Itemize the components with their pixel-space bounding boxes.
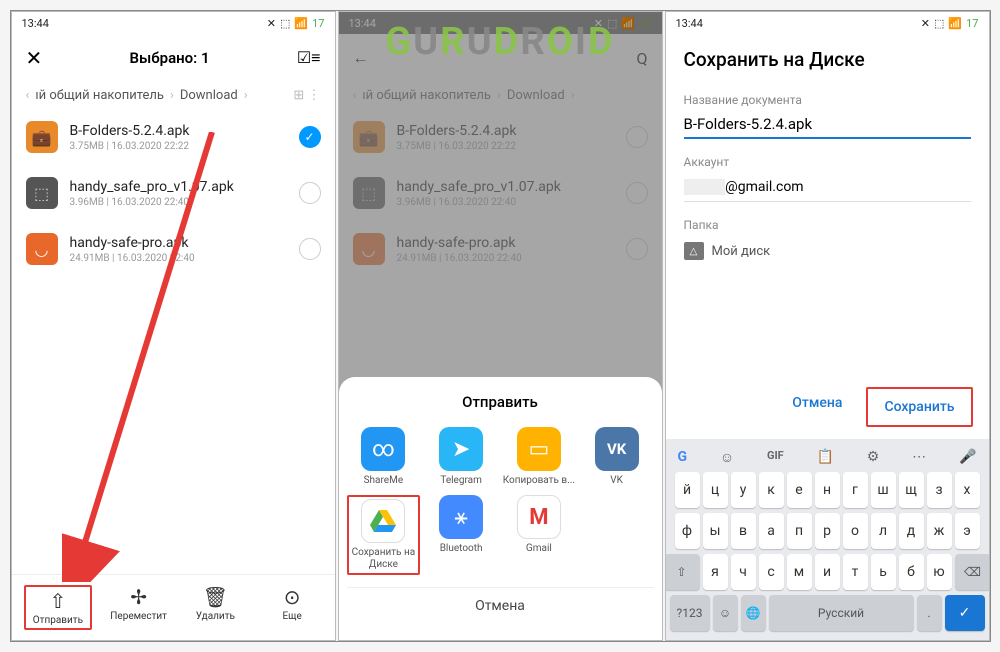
key-н[interactable]: н (815, 472, 840, 508)
key-в[interactable]: в (731, 513, 756, 549)
key-ц[interactable]: ц (703, 472, 728, 508)
file-row[interactable]: ⬚ handy_safe_pro_v1.07.apk3.96MB | 16.03… (12, 165, 335, 221)
app-telegram[interactable]: ➤Telegram (424, 427, 498, 487)
sticker-icon[interactable]: ☺ (720, 449, 734, 466)
key-л[interactable]: л (871, 513, 896, 549)
dialog-buttons: Отмена Сохранить (666, 375, 989, 439)
app-google-drive[interactable]: Сохранить на Диске (351, 499, 417, 571)
key-д[interactable]: д (899, 513, 924, 549)
key-е[interactable]: е (787, 472, 812, 508)
app-vk[interactable]: VKVK (580, 427, 654, 487)
screen-2-share-sheet: 13:44 ✕⬚📶17 ← Q ‹ıй общий накопитель›Dow… (338, 11, 663, 641)
doc-name-field[interactable]: Название документа B-Folders-5.2.4.apk (666, 85, 989, 147)
apk-icon: ⬚ (26, 177, 58, 209)
save-button[interactable]: Сохранить (870, 391, 968, 423)
signal-icon: 📶 (294, 17, 308, 30)
period-key[interactable]: . (917, 595, 942, 631)
cancel-button[interactable]: Отмена (778, 387, 856, 427)
cancel-button[interactable]: Отмена (347, 587, 654, 624)
key-к[interactable]: к (759, 472, 784, 508)
key-ж[interactable]: ж (927, 513, 952, 549)
send-button[interactable]: ⇧Отправить (28, 589, 88, 626)
drive-icon: △ (684, 242, 704, 260)
key-ы[interactable]: ы (703, 513, 728, 549)
breadcrumb[interactable]: ‹ ıй общий накопитель› Download› ⊞ ⋮ (12, 82, 335, 109)
key-х[interactable]: х (955, 472, 980, 508)
enter-key[interactable]: ✓ (945, 595, 985, 631)
key-й[interactable]: й (675, 472, 700, 508)
app-bluetooth[interactable]: ⚹Bluetooth (424, 495, 498, 575)
clipboard-icon[interactable]: 📋 (817, 449, 834, 466)
key-р[interactable]: р (815, 513, 840, 549)
key-ь[interactable]: ь (871, 554, 896, 590)
status-bar: 13:44 ✕⬚📶17 (12, 12, 335, 34)
space-key[interactable]: Русский (769, 595, 914, 631)
key-ш[interactable]: ш (871, 472, 896, 508)
checkbox[interactable] (299, 182, 321, 204)
checkbox-checked[interactable]: ✓ (299, 126, 321, 148)
key-п[interactable]: п (787, 513, 812, 549)
google-icon[interactable]: G (678, 449, 688, 466)
key-б[interactable]: б (899, 554, 924, 590)
move-button[interactable]: ✢Переместит (109, 585, 169, 630)
lang-key[interactable]: 🌐 (741, 595, 766, 631)
apk-icon: ◡ (26, 233, 58, 265)
settings-icon[interactable]: ⚙ (867, 449, 880, 466)
key-а[interactable]: а (759, 513, 784, 549)
shift-key[interactable]: ⇧ (665, 554, 700, 590)
select-all-icon[interactable]: ☑≡ (297, 48, 321, 68)
key-ю[interactable]: ю (927, 554, 952, 590)
more-button[interactable]: ⊙Еще (262, 585, 322, 630)
bottom-action-bar: ⇧Отправить ✢Переместит 🗑Удалить ⊙Еще (12, 574, 335, 640)
sheet-title: Отправить (347, 393, 654, 411)
app-copy[interactable]: ▭Копировать в... (502, 427, 576, 487)
emoji-key[interactable]: ☺ (713, 595, 738, 631)
key-щ[interactable]: щ (899, 472, 924, 508)
key-ф[interactable]: ф (675, 513, 700, 549)
share-sheet: Отправить ∞ShareMe ➤Telegram ▭Копировать… (339, 377, 662, 640)
screen-3-save-drive: 13:44 ✕⬚📶17 Сохранить на Диске Название … (665, 11, 990, 641)
mic-icon[interactable]: 🎤 (959, 449, 976, 466)
vibrate-icon: ✕ (267, 17, 276, 30)
more-icon[interactable]: ⋯ (912, 449, 926, 466)
delete-button[interactable]: 🗑Удалить (185, 585, 245, 630)
key-з[interactable]: з (927, 472, 952, 508)
file-list: 💼 B-Folders-5.2.4.apk3.75MB | 16.03.2020… (12, 109, 335, 574)
key-о[interactable]: о (843, 513, 868, 549)
header: ✕ Выбрано: 1 ☑≡ (12, 34, 335, 82)
key-т[interactable]: т (843, 554, 868, 590)
gif-button[interactable]: GIF (767, 449, 784, 466)
backspace-key[interactable]: ⌫ (955, 554, 990, 590)
num-key[interactable]: ?123 (670, 595, 710, 631)
app-shareme[interactable]: ∞ShareMe (347, 427, 421, 487)
wifi-icon: ⬚ (280, 17, 290, 30)
key-м[interactable]: м (787, 554, 812, 590)
folder-field[interactable]: Папка △Мой диск (666, 210, 989, 274)
key-г[interactable]: г (843, 472, 868, 508)
status-bar: 13:44 ✕⬚📶17 (666, 12, 989, 34)
key-и[interactable]: и (815, 554, 840, 590)
key-э[interactable]: э (955, 513, 980, 549)
file-row[interactable]: ◡ handy-safe-pro.apk24.91MB | 16.03.2020… (12, 221, 335, 277)
app-gmail[interactable]: MGmail (502, 495, 576, 575)
close-icon[interactable]: ✕ (26, 46, 43, 70)
battery-icon: 17 (312, 17, 324, 30)
screen-1-file-manager: 13:44 ✕⬚📶17 ✕ Выбрано: 1 ☑≡ ‹ ıй общий н… (11, 11, 336, 641)
keyboard: G ☺ GIF 📋 ⚙ ⋯ 🎤 йцукенгшщзх фывапролджэ … (666, 439, 989, 640)
checkbox[interactable] (299, 238, 321, 260)
key-я[interactable]: я (703, 554, 728, 590)
key-у[interactable]: у (731, 472, 756, 508)
apk-icon: 💼 (26, 121, 58, 153)
header-title: Выбрано: 1 (130, 49, 210, 67)
dialog-title: Сохранить на Диске (666, 34, 989, 85)
account-field[interactable]: Аккаунт xxxxxx@gmail.com (666, 147, 989, 210)
key-ч[interactable]: ч (731, 554, 756, 590)
key-с[interactable]: с (759, 554, 784, 590)
file-row[interactable]: 💼 B-Folders-5.2.4.apk3.75MB | 16.03.2020… (12, 109, 335, 165)
